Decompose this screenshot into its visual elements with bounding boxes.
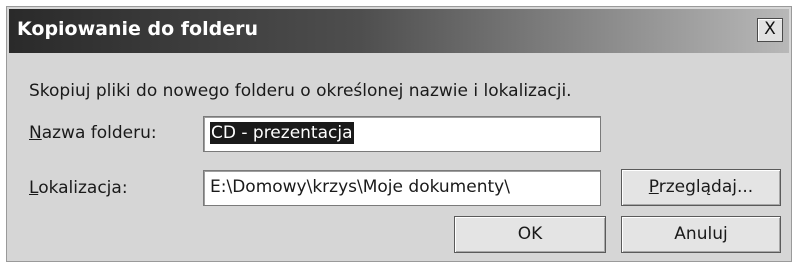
location-input[interactable]: E:\Domowy\krzys\Moje dokumenty\ xyxy=(203,170,601,206)
copy-to-folder-dialog: Kopiowanie do folderu X Skopiuj pliki do… xyxy=(6,6,792,262)
dialog-message: Skopiuj pliki do nowego folderu o określ… xyxy=(29,81,572,101)
browse-button[interactable]: Przeglądaj... xyxy=(621,169,781,206)
location-label: Lokalizacja: xyxy=(29,178,128,198)
browse-button-accelerator: P xyxy=(648,177,659,197)
folder-name-value: CD - prezentacja xyxy=(210,122,354,144)
folder-name-input[interactable]: CD - prezentacja xyxy=(203,116,601,152)
title-bar[interactable]: Kopiowanie do folderu X xyxy=(9,9,789,53)
location-label-text: okalizacja: xyxy=(38,178,128,198)
folder-name-label-text: azwa folderu: xyxy=(41,123,157,143)
folder-name-label: Nazwa folderu: xyxy=(29,123,157,143)
browse-button-label: rzeglądaj... xyxy=(658,177,754,197)
ok-button[interactable]: OK xyxy=(454,216,606,253)
dialog-title: Kopiowanie do folderu xyxy=(17,18,259,40)
location-label-accelerator: L xyxy=(29,178,39,198)
location-value: E:\Domowy\krzys\Moje dokumenty\ xyxy=(210,177,510,197)
close-button[interactable]: X xyxy=(757,18,783,42)
folder-name-label-accelerator: N xyxy=(29,123,42,143)
cancel-button[interactable]: Anuluj xyxy=(621,216,781,253)
